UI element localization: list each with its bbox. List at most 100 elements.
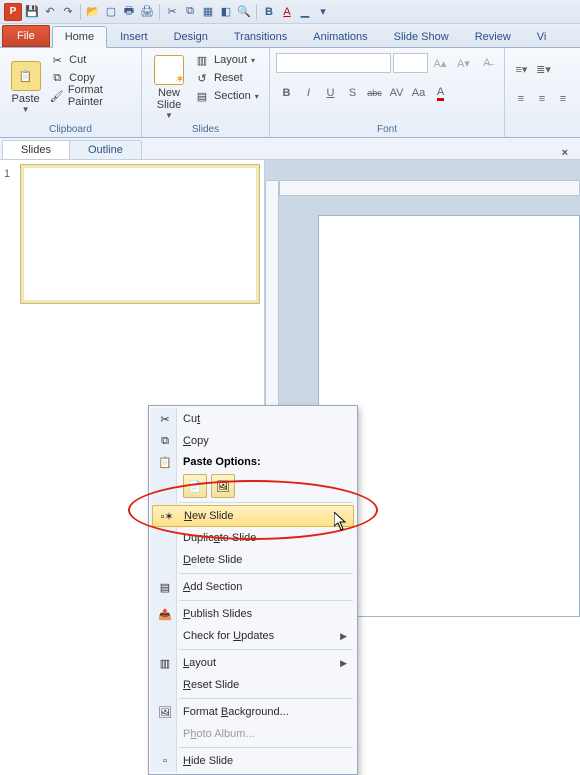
submenu-arrow-icon: ▶ — [340, 658, 347, 669]
highlight-icon[interactable]: ▁ — [297, 4, 313, 20]
align-center-button[interactable]: ≡ — [532, 89, 553, 109]
ctx-layout[interactable]: ▥ Layout ▶ — [151, 652, 355, 674]
group-title-font: Font — [276, 124, 498, 137]
ctx-new-slide[interactable]: ▫✶ New Slide — [152, 505, 354, 527]
group-title-slides: Slides — [148, 124, 263, 137]
bullets-button[interactable]: ≡▾ — [511, 59, 533, 79]
strike-button[interactable]: abc — [364, 83, 386, 103]
find-icon[interactable]: 🔍 — [236, 4, 252, 20]
char-spacing-button[interactable]: AV — [386, 83, 408, 103]
ctx-paste-options: 📄 🖼 — [151, 472, 355, 500]
undo-icon[interactable]: ↶ — [42, 4, 58, 20]
new-slide-label: New Slide — [157, 87, 181, 111]
tab-insert[interactable]: Insert — [107, 26, 161, 47]
grow-font-button[interactable]: A▴ — [430, 53, 451, 73]
cut-icon[interactable]: ✂ — [164, 4, 180, 20]
tab-review[interactable]: Review — [462, 26, 524, 47]
numbering-button[interactable]: ≣▾ — [533, 59, 555, 79]
fontcolor-icon[interactable]: A — [279, 4, 295, 20]
change-case-button[interactable]: Aa — [408, 83, 430, 103]
shrink-font-button[interactable]: A▾ — [453, 53, 474, 73]
paste-label: Paste — [12, 93, 40, 105]
cut-button[interactable]: ✂ Cut — [49, 51, 135, 69]
align-right-button[interactable]: ≡ — [553, 89, 574, 109]
italic-button[interactable]: I — [298, 83, 320, 103]
slide-canvas[interactable] — [319, 216, 579, 616]
qat-more-icon[interactable]: ▾ — [315, 4, 331, 20]
tab-transitions[interactable]: Transitions — [221, 26, 300, 47]
open-icon[interactable]: 📂 — [85, 4, 101, 20]
ctx-copy[interactable]: ⧉ Copy — [151, 430, 355, 452]
workspace: 1 ✂ Cut ⧉ Copy 📋 Paste Options: 📄 🖼 ▫✶ — [0, 160, 580, 613]
paste-picture-button[interactable]: 🖼 — [211, 474, 235, 498]
copy-label: Copy — [69, 72, 95, 84]
paste-icon: 📋 — [11, 61, 41, 91]
ctx-delete-slide[interactable]: Delete Slide — [151, 549, 355, 571]
ctx-hide-slide[interactable]: ▫ Hide Slide — [151, 750, 355, 772]
ctx-add-section[interactable]: ▤ Add Section — [151, 576, 355, 598]
ctx-reset-slide[interactable]: Reset Slide — [151, 674, 355, 696]
brush-icon: 🖌 — [49, 88, 64, 104]
ctx-paste-options-label: 📋 Paste Options: — [151, 452, 355, 472]
reset-button[interactable]: ↺ Reset — [194, 69, 259, 87]
scissors-icon: ✂ — [49, 52, 65, 68]
shapes-icon[interactable]: ◧ — [218, 4, 234, 20]
new-slide-icon: ✶ — [154, 55, 184, 85]
slide-preview[interactable] — [20, 164, 260, 304]
copy-icon: ⧉ — [49, 70, 65, 86]
reset-label: Reset — [214, 72, 243, 84]
align-left-button[interactable]: ≡ — [511, 89, 532, 109]
cut-label: Cut — [69, 54, 86, 66]
redo-icon[interactable]: ↷ — [60, 4, 76, 20]
quickprint-icon[interactable]: 🖨 — [139, 4, 155, 20]
tab-view-cut[interactable]: Vi — [524, 26, 560, 47]
panel-tab-outline[interactable]: Outline — [69, 140, 142, 159]
tab-design[interactable]: Design — [161, 26, 221, 47]
publish-icon: 📤 — [156, 605, 174, 623]
ctx-publish-slides[interactable]: 📤 Publish Slides — [151, 603, 355, 625]
chevron-down-icon: ▾ — [255, 92, 259, 101]
bold-button[interactable]: B — [276, 83, 298, 103]
font-family-select[interactable] — [276, 53, 391, 73]
format-painter-button[interactable]: 🖌 Format Painter — [49, 87, 135, 105]
section-button[interactable]: ▤ Section ▾ — [194, 87, 259, 105]
copy-icon[interactable]: ⧉ — [182, 4, 198, 20]
ctx-duplicate-slide[interactable]: Duplicate Slide — [151, 527, 355, 549]
font-color-button[interactable]: A — [430, 83, 452, 103]
new-icon[interactable]: ▢ — [103, 4, 119, 20]
chevron-down-icon: ▾ — [251, 56, 255, 65]
chevron-down-icon[interactable]: ▼ — [165, 111, 173, 120]
bold-icon[interactable]: B — [261, 4, 277, 20]
ctx-photo-album: Photo Album... — [151, 723, 355, 745]
underline-button[interactable]: U — [320, 83, 342, 103]
tab-slideshow[interactable]: Slide Show — [381, 26, 462, 47]
new-slide-icon: ▫✶ — [158, 507, 176, 525]
app-icon-powerpoint: P — [4, 3, 22, 21]
print-icon[interactable]: 🖶 — [121, 4, 137, 20]
slide-thumbnail[interactable]: 1 — [4, 164, 260, 304]
section-icon: ▤ — [156, 578, 174, 596]
paste-keep-formatting-button[interactable]: 📄 — [183, 474, 207, 498]
table-icon[interactable]: ▦ — [200, 4, 216, 20]
layout-button[interactable]: ▥ Layout ▾ — [194, 51, 259, 69]
scissors-icon: ✂ — [156, 410, 174, 428]
panel-close-button[interactable]: × — [558, 147, 572, 159]
chevron-down-icon[interactable]: ▼ — [22, 105, 30, 114]
panel-tab-slides[interactable]: Slides — [2, 140, 70, 159]
font-size-select[interactable] — [393, 53, 428, 73]
shadow-button[interactable]: S — [342, 83, 364, 103]
ctx-format-background[interactable]: 🖼 Format Background... — [151, 701, 355, 723]
clipboard-icon: 📋 — [156, 453, 174, 471]
tab-home[interactable]: Home — [52, 26, 107, 48]
clear-format-button[interactable]: A̶ — [477, 53, 498, 73]
paste-button[interactable]: 📋 Paste ▼ — [6, 51, 45, 124]
layout-icon: ▥ — [194, 52, 210, 68]
ctx-check-updates[interactable]: Check for Updates ▶ — [151, 625, 355, 647]
tab-file[interactable]: File — [2, 25, 50, 47]
new-slide-button[interactable]: ✶ New Slide ▼ — [148, 51, 190, 124]
ctx-cut[interactable]: ✂ Cut — [151, 408, 355, 430]
ribbon-tabs: File Home Insert Design Transitions Anim… — [0, 24, 580, 48]
tab-animations[interactable]: Animations — [300, 26, 380, 47]
horizontal-ruler — [279, 180, 580, 196]
save-icon[interactable]: 💾 — [24, 4, 40, 20]
